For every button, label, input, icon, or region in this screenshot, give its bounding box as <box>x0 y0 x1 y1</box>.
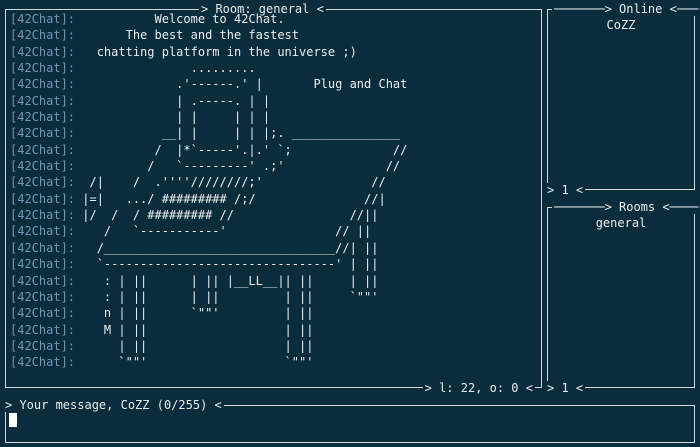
message-text: M | || | || <box>75 322 314 337</box>
message-text: chatting platform in the universe ;) <box>75 44 357 59</box>
input-title: > Your message, CoZZ (0/255) < <box>3 398 224 412</box>
chat-message: [42Chat]: /_____________________________… <box>10 240 407 256</box>
chat-stats: > l: 22, o: 0 < <box>422 381 535 395</box>
chat-message: [42Chat]: / `---------' .;' // <box>10 158 407 174</box>
chat-message: [42Chat]: ......... <box>10 60 407 76</box>
online-title: ───────> Online <─── <box>552 2 700 16</box>
message-sender-tag: [42Chat]: <box>10 289 76 304</box>
message-text: / `-----------' // || <box>75 224 372 239</box>
message-text: The best and the fastest <box>75 28 299 43</box>
room-item-general[interactable]: general <box>548 216 694 230</box>
chat-room-panel: > Room: general < [42Chat]: Welcome to 4… <box>5 2 542 395</box>
chat-message: [42Chat]: n | || `""' | || <box>10 305 407 321</box>
message-sender-tag: [42Chat]: <box>10 110 76 125</box>
online-user[interactable]: CoZZ <box>548 18 694 32</box>
rooms-count: > 1 < <box>545 381 586 395</box>
message-sender-tag: [42Chat]: <box>10 142 76 157</box>
online-users-panel: ───────> Online <─── CoZZ > 1 < <box>545 2 700 197</box>
message-text: |=| .../ ######### /;/ //| <box>75 191 386 206</box>
message-sender-tag: [42Chat]: <box>10 191 76 206</box>
message-text: / |*`-----'.|.' `; // <box>75 142 408 157</box>
message-text: `""' `""' <box>75 355 314 370</box>
message-text: Welcome to 42Chat. <box>75 12 285 26</box>
message-text: n | || `""' | || <box>75 306 314 321</box>
message-text: : | || | || |__LL__|| || | || <box>75 273 379 288</box>
message-sender-tag: [42Chat]: <box>10 93 76 108</box>
message-sender-tag: [42Chat]: <box>10 28 76 43</box>
online-count: > 1 < <box>545 183 586 197</box>
chat-message: [42Chat]: | .-----. | | <box>10 93 407 109</box>
message-sender-tag: [42Chat]: <box>10 224 76 239</box>
message-text: /| / .''''////////;' // <box>75 175 386 190</box>
message-sender-tag: [42Chat]: <box>10 322 76 337</box>
message-sender-tag: [42Chat]: <box>10 12 76 26</box>
chat-message: [42Chat]: chatting platform in the unive… <box>10 44 407 60</box>
message-text: ......... <box>75 61 271 76</box>
chat-message: [42Chat]: | | | | | <box>10 109 407 125</box>
message-sender-tag: [42Chat]: <box>10 159 76 174</box>
chat-message: [42Chat]: The best and the fastest <box>10 27 407 43</box>
message-text: .'------.' | Plug and Chat <box>75 77 408 92</box>
message-sender-tag: [42Chat]: <box>10 208 76 223</box>
message-input-cursor[interactable] <box>9 413 17 427</box>
message-input-panel: > Your message, CoZZ (0/255) < <box>3 398 695 443</box>
message-sender-tag: [42Chat]: <box>10 61 76 76</box>
message-sender-tag: [42Chat]: <box>10 44 76 59</box>
chat-message: [42Chat]: | || | || <box>10 338 407 354</box>
chat-message: [42Chat]: `""' `""' <box>10 354 407 370</box>
message-text: | || | || <box>75 338 314 353</box>
chat-message: [42Chat]: Welcome to 42Chat. <box>10 11 407 27</box>
chat-message: [42Chat]: : | || | || | || `""' <box>10 289 407 305</box>
message-sender-tag: [42Chat]: <box>10 306 76 321</box>
message-list[interactable]: [42Chat]: Welcome to 42Chat. [42Chat]: Th… <box>10 11 407 371</box>
message-sender-tag: [42Chat]: <box>10 338 76 353</box>
chat-message: [42Chat]: : | || | || |__LL__|| || | || <box>10 273 407 289</box>
rooms-title: ───────> Rooms <──── <box>552 200 700 214</box>
message-text: `--------------------------------' | || <box>75 257 379 272</box>
rooms-panel: ───────> Rooms <──── general > 1 < <box>545 200 700 395</box>
chat-message: [42Chat]: .'------.' | Plug and Chat <box>10 76 407 92</box>
message-text: | | | | | <box>75 110 271 125</box>
chat-message: [42Chat]: __| | | | |;. _______________ <box>10 125 407 141</box>
message-text: |/ / / ######### // //|| <box>75 208 379 223</box>
message-sender-tag: [42Chat]: <box>10 175 76 190</box>
message-text: __| | | | |;. _______________ <box>75 126 401 141</box>
chat-message: [42Chat]: |=| .../ ######### /;/ //| <box>10 191 407 207</box>
message-sender-tag: [42Chat]: <box>10 126 76 141</box>
message-text: | .-----. | | <box>75 93 271 108</box>
chat-message: [42Chat]: /| / .''''////////;' // <box>10 174 407 190</box>
message-sender-tag: [42Chat]: <box>10 257 76 272</box>
message-sender-tag: [42Chat]: <box>10 273 76 288</box>
chat-message: [42Chat]: M | || | || <box>10 322 407 338</box>
chat-message: [42Chat]: `-----------------------------… <box>10 256 407 272</box>
message-text: : | || | || | || `""' <box>75 289 379 304</box>
message-text: / `---------' .;' // <box>75 159 401 174</box>
message-sender-tag: [42Chat]: <box>10 240 76 255</box>
message-sender-tag: [42Chat]: <box>10 77 76 92</box>
message-sender-tag: [42Chat]: <box>10 355 76 370</box>
chat-message: [42Chat]: / |*`-----'.|.' `; // <box>10 142 407 158</box>
message-text: /________________________________//| || <box>75 240 379 255</box>
chat-message: [42Chat]: / `-----------' // || <box>10 223 407 239</box>
chat-message: [42Chat]: |/ / / ######### // //|| <box>10 207 407 223</box>
